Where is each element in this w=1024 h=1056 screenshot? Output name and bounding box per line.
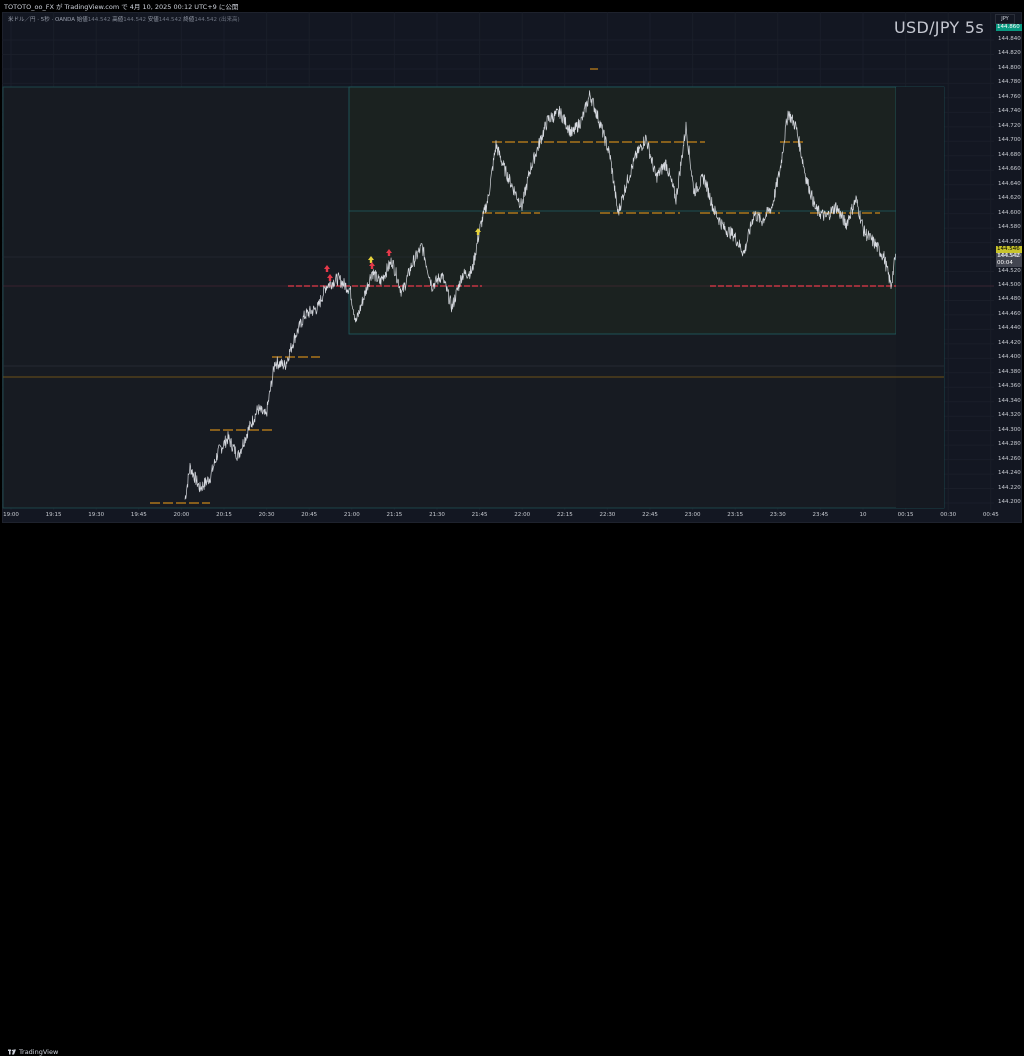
price-tick-label: 144.240 [998,470,1021,477]
symbol-legend: 米ドル／円 · 5秒 · OANDA 始値144.542 高値144.542 安… [8,15,240,23]
time-tick-label: 23:15 [727,512,744,518]
future-zone [896,87,944,508]
price-tick-label: 144.760 [998,93,1021,100]
time-tick-label: 21:15 [386,512,403,518]
price-tick-label: 144.540 [998,253,1021,260]
symbol-description: 米ドル／円 · 5秒 · OANDA [8,17,75,23]
ohlc-open: 始値144.542 [76,17,111,23]
price-tick-label: 144.580 [998,224,1021,231]
price-tick-label: 144.840 [998,36,1021,42]
time-tick-label: 20:45 [301,512,318,518]
brand[interactable]: TradingView [8,1048,58,1056]
price-tick-label: 144.620 [998,195,1021,202]
price-tick-label: 144.340 [998,397,1021,404]
price-tick-label: 144.780 [998,79,1021,86]
ohlc-high: 高値144.542 [112,17,147,23]
price-tick-label: 144.740 [998,108,1021,115]
price-tick-label: 144.660 [998,166,1021,173]
time-tick-label: 20:15 [216,512,232,518]
price-tick-label: 144.300 [998,426,1021,433]
session-box-right [348,86,897,335]
price-tick-label: 144.520 [998,267,1021,274]
time-tick-label: 00:45 [982,512,999,518]
bar-countdown-tag: 00:04 [996,259,1022,267]
time-tick-label: 22:30 [599,512,616,518]
time-tick-label: 23:30 [769,512,786,518]
time-tick-label: 19:15 [45,512,62,518]
price-tick-label: 144.680 [998,151,1021,158]
price-tick-label: 144.400 [998,354,1021,361]
currency-button[interactable]: JPY [995,14,1015,24]
price-tick-label: 144.720 [998,122,1021,129]
price-tick-label: 144.420 [998,339,1021,346]
time-tick-label: 20:30 [258,512,275,518]
price-tick-label: 144.820 [998,50,1021,57]
publish-bar: TOTOTO_oo_FX が TradingView.com で 4月 10, … [0,0,1024,12]
price-tick-label: 144.320 [998,412,1021,419]
price-tick-label: 144.200 [998,499,1021,505]
time-tick-label: 10 [859,512,867,518]
footer-bar: TradingView [0,523,1024,1056]
chart-pane[interactable] [2,12,994,510]
brand-name: TradingView [19,1048,59,1056]
price-tick-label: 144.460 [998,310,1021,317]
tradingview-logo-icon [8,1049,16,1055]
price-tick-label: 144.640 [998,180,1021,187]
time-tick-label: 23:45 [812,512,829,518]
price-tick-label: 144.260 [998,455,1021,462]
time-tick-label: 22:15 [556,512,573,518]
time-tick-label: 19:30 [88,512,105,518]
time-tick-label: 22:45 [642,512,658,518]
time-tick-label: 21:45 [471,512,488,518]
publish-title: TOTOTO_oo_FX が TradingView.com で 4月 10, … [4,3,239,11]
volume-label: (出来高) [218,17,240,23]
price-tick-label: 144.600 [998,209,1021,216]
ohlc-close: 終値144.542 [183,17,218,23]
time-tick-label: 19:45 [130,512,147,518]
symbol-watermark: USD/JPY 5s [894,18,984,37]
top-price-tag: 144.860 [996,24,1022,31]
time-tick-label: 00:15 [897,512,914,518]
last-price-tag: 144.546 [996,245,1022,253]
time-tick-label: 23:00 [684,512,701,518]
ohlc-low: 安値144.542 [147,17,182,23]
time-tick-label: 19:00 [3,512,19,518]
price-tick-label: 144.800 [998,64,1021,71]
price-tick-label: 144.700 [998,137,1021,144]
price-tick-label: 144.280 [998,441,1021,448]
price-tick-label: 144.380 [998,368,1021,375]
price-tick-label: 144.220 [998,484,1021,491]
time-tick-label: 22:00 [514,512,531,518]
price-tick-label: 144.440 [998,325,1021,332]
price-tick-label: 144.360 [998,383,1021,390]
price-tick-label: 144.500 [998,281,1021,288]
time-tick-label: 21:30 [429,512,445,518]
price-tick-label: 144.560 [998,238,1021,245]
time-tick-label: 00:30 [940,512,957,518]
time-tick-label: 21:00 [343,512,360,518]
price-tick-label: 144.480 [998,296,1021,303]
time-tick-label: 20:00 [173,512,190,518]
